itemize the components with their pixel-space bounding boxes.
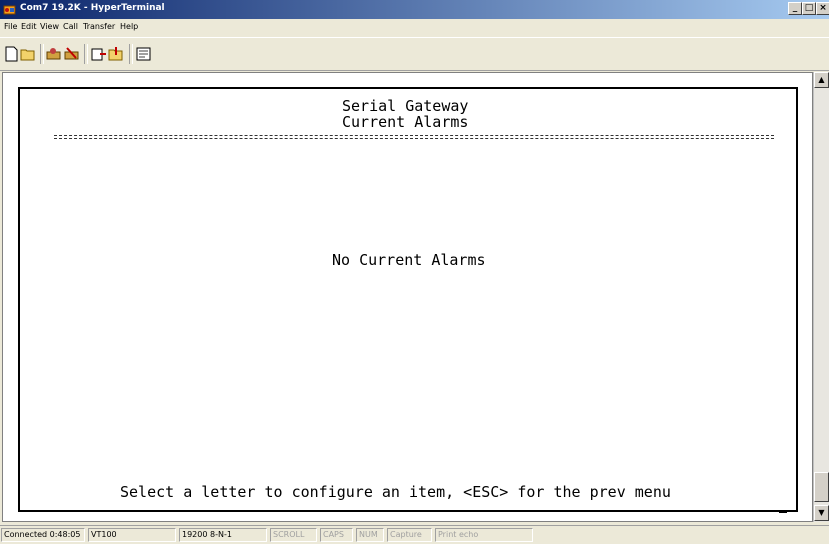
- toolbar-separator: [84, 44, 88, 64]
- connect-icon[interactable]: [45, 46, 62, 62]
- status-capture: Capture: [387, 528, 432, 542]
- menu-transfer[interactable]: Transfer: [83, 22, 115, 31]
- terminal-screen[interactable]: Serial Gateway Current Alarms No Current…: [18, 87, 798, 512]
- no-alarms-message: No Current Alarms: [332, 251, 486, 269]
- status-scroll: SCROLL: [270, 528, 317, 542]
- navigation-prompt: Select a letter to configure an item, <E…: [120, 483, 671, 501]
- status-num: NUM: [356, 528, 384, 542]
- window-title: Com7 19.2K - HyperTerminal: [20, 3, 165, 13]
- text-cursor: [779, 511, 787, 513]
- menu-view[interactable]: View: [40, 22, 59, 31]
- hyperterminal-app-icon: [3, 5, 16, 15]
- vertical-scrollbar[interactable]: ▲ ▼: [813, 72, 829, 522]
- status-print-echo: Print echo: [435, 528, 533, 542]
- maximize-button[interactable]: □: [802, 2, 816, 15]
- terminal-area[interactable]: Serial Gateway Current Alarms No Current…: [2, 72, 813, 522]
- menu-file[interactable]: File: [4, 22, 17, 31]
- status-caps: CAPS: [320, 528, 353, 542]
- toolbar-separator: [129, 44, 133, 64]
- menu-help[interactable]: Help: [120, 22, 138, 31]
- receive-icon[interactable]: [108, 46, 125, 62]
- minimize-button[interactable]: _: [788, 2, 802, 15]
- toolbar: [0, 37, 829, 71]
- menu-call[interactable]: Call: [63, 22, 78, 31]
- screen-heading-line2: Current Alarms: [342, 113, 469, 131]
- title-bar[interactable]: Com7 19.2K - HyperTerminal _ □ ×: [0, 0, 829, 19]
- open-icon[interactable]: [20, 46, 37, 62]
- new-icon[interactable]: [3, 46, 20, 62]
- heading-divider: [54, 138, 774, 139]
- send-icon[interactable]: [90, 46, 107, 62]
- menu-bar: File Edit View Call Transfer Help: [0, 19, 829, 36]
- properties-icon[interactable]: [135, 46, 152, 62]
- scroll-down-button[interactable]: ▼: [814, 505, 829, 521]
- close-button[interactable]: ×: [816, 2, 829, 15]
- heading-divider: [54, 135, 774, 136]
- hyperterminal-window: Com7 19.2K - HyperTerminal _ □ × File Ed…: [0, 0, 829, 544]
- status-settings: 19200 8-N-1: [179, 528, 267, 542]
- scroll-up-button[interactable]: ▲: [814, 72, 829, 88]
- toolbar-separator: [40, 44, 44, 64]
- status-connected: Connected 0:48:05: [1, 528, 85, 542]
- status-emulation: VT100: [88, 528, 176, 542]
- status-bar: Connected 0:48:05 VT100 19200 8-N-1 SCRO…: [0, 525, 829, 544]
- menu-edit[interactable]: Edit: [21, 22, 37, 31]
- disconnect-icon[interactable]: [63, 46, 80, 62]
- screen-heading-line1: Serial Gateway: [342, 97, 469, 115]
- scroll-thumb[interactable]: [814, 472, 829, 502]
